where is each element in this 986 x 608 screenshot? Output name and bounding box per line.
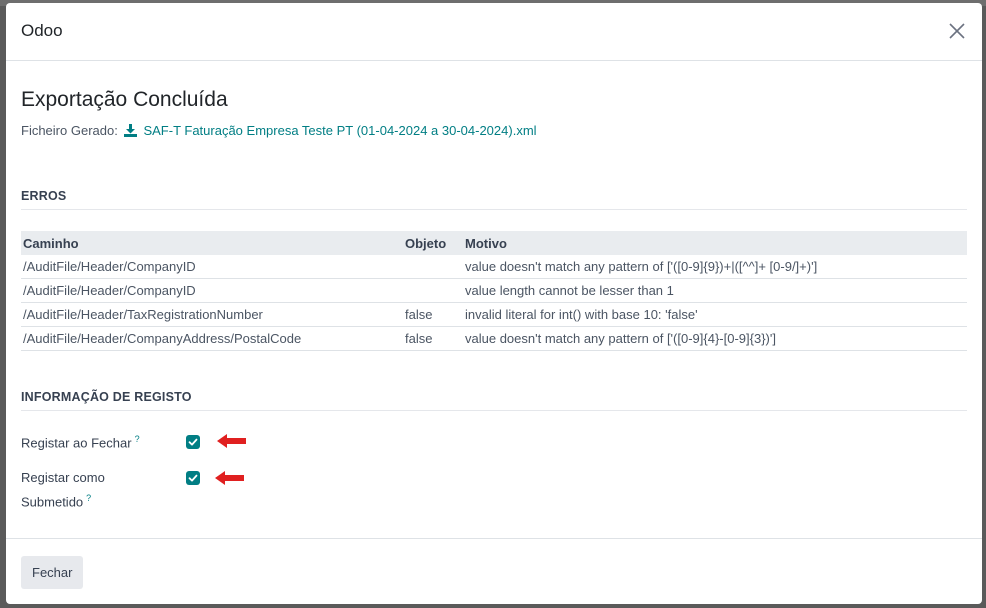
field-label: Registar ao Fechar xyxy=(21,435,132,451)
cell-path: /AuditFile/Header/CompanyID xyxy=(21,278,403,303)
table-row: /AuditFile/Header/CompanyAddress/PostalC… xyxy=(21,326,967,351)
close-button[interactable]: Fechar xyxy=(21,556,84,589)
checkmark-icon xyxy=(188,474,198,482)
dialog-footer: Fechar xyxy=(6,538,982,604)
table-row: /AuditFile/Header/TaxRegistrationNumber … xyxy=(21,302,967,327)
help-tooltip-icon[interactable]: ? xyxy=(86,493,91,503)
column-header-object: Objeto xyxy=(403,231,463,255)
export-dialog: Odoo Exportação Concluída Ficheiro Gerad… xyxy=(6,3,982,604)
cell-object: false xyxy=(403,302,463,327)
download-icon[interactable] xyxy=(124,124,138,140)
cell-object xyxy=(403,278,463,303)
dialog-header: Odoo xyxy=(6,3,982,61)
register-on-close-checkbox[interactable] xyxy=(186,435,200,449)
generated-file-line: Ficheiro Gerado: SAF-T Faturação Empresa… xyxy=(21,123,537,140)
table-row: /AuditFile/Header/CompanyID value length… xyxy=(21,278,967,303)
page-title: Exportação Concluída xyxy=(21,88,228,111)
registration-section-title: INFORMAÇÃO DE REGISTO xyxy=(21,390,967,411)
errors-table: Caminho Objeto Motivo /AuditFile/Header/… xyxy=(21,231,967,351)
column-header-path: Caminho xyxy=(21,231,403,255)
cell-path: /AuditFile/Header/CompanyAddress/PostalC… xyxy=(21,326,403,351)
file-label: Ficheiro Gerado: xyxy=(21,123,118,138)
register-as-submitted-checkbox[interactable] xyxy=(186,471,200,485)
annotation-arrow-icon xyxy=(217,433,247,449)
field-label-wrap: Registar como Submetido? xyxy=(21,467,121,512)
cell-path: /AuditFile/Header/CompanyID xyxy=(21,255,403,279)
cell-path: /AuditFile/Header/TaxRegistrationNumber xyxy=(21,302,403,327)
cell-reason: invalid literal for int() with base 10: … xyxy=(463,302,967,327)
cell-object: false xyxy=(403,326,463,351)
cell-reason: value length cannot be lesser than 1 xyxy=(463,278,967,303)
field-label-wrap: Registar ao Fechar? xyxy=(21,429,171,453)
close-icon[interactable] xyxy=(946,20,968,42)
field-label: Registar como Submetido xyxy=(21,470,105,510)
checkmark-icon xyxy=(188,438,198,446)
errors-section-title: ERROS xyxy=(21,189,967,210)
cell-object xyxy=(403,255,463,279)
cell-reason: value doesn't match any pattern of ['([0… xyxy=(463,255,967,279)
help-tooltip-icon[interactable]: ? xyxy=(135,434,140,444)
generated-file-link[interactable]: SAF-T Faturação Empresa Teste PT (01-04-… xyxy=(143,123,536,138)
cell-reason: value doesn't match any pattern of ['([0… xyxy=(463,326,967,351)
annotation-arrow-icon xyxy=(215,470,245,486)
table-header-row: Caminho Objeto Motivo xyxy=(21,231,967,255)
table-row: /AuditFile/Header/CompanyID value doesn'… xyxy=(21,255,967,279)
column-header-reason: Motivo xyxy=(463,231,967,255)
dialog-title: Odoo xyxy=(21,21,63,40)
